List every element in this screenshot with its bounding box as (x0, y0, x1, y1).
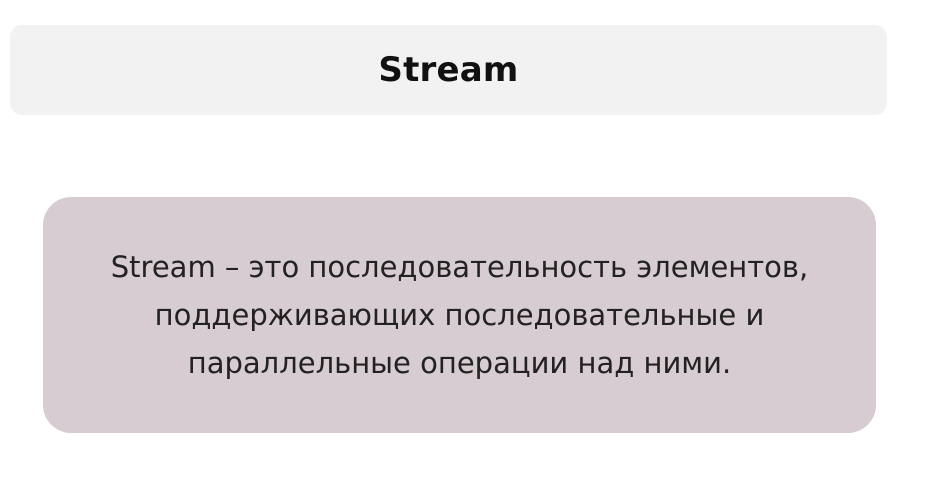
definition-box: Stream – это последовательность элементо… (43, 197, 876, 433)
slide: Stream Stream – это последовательность э… (0, 0, 938, 479)
slide-title: Stream (378, 50, 519, 90)
title-bar: Stream (10, 25, 887, 115)
definition-line-1: Stream – это последовательность элементо… (110, 250, 809, 284)
definition-line-2: поддерживающих последовательные и (154, 298, 765, 332)
definition-line-3: параллельные операции над ними. (187, 346, 732, 380)
